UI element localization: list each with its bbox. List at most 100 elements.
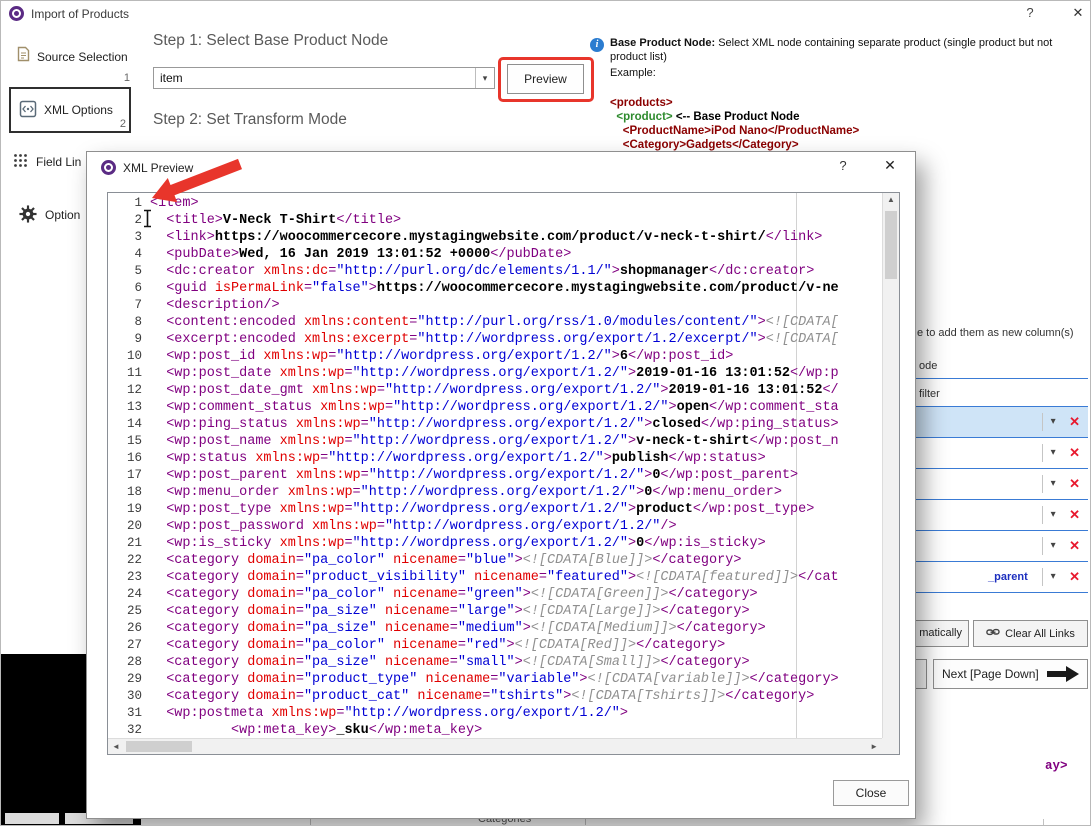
code-line: 29 <category domain="product_type" nicen… (108, 671, 882, 688)
code-line: 28 <category domain="pa_size" nicename="… (108, 654, 882, 671)
dropdown-caret-icon[interactable]: ▾ (1042, 537, 1063, 555)
field-link-row[interactable]: ▾✕ (916, 469, 1088, 500)
window-help-button[interactable]: ? (1019, 5, 1041, 23)
dialog-close-button[interactable]: ✕ (879, 157, 901, 175)
code-line: 27 <category domain="pa_color" nicename=… (108, 637, 882, 654)
clear-all-links-label: Clear All Links (1005, 628, 1075, 640)
line-number: 7 (108, 297, 150, 314)
base-node-dropdown[interactable]: item ▾ (153, 67, 495, 89)
chevron-down-icon: ▾ (475, 68, 494, 88)
code-line: 25 <category domain="pa_size" nicename="… (108, 603, 882, 620)
red-arrow-annotation (143, 154, 253, 206)
field-link-row[interactable]: ▾✕ (916, 438, 1088, 469)
scroll-right-icon[interactable]: ► (870, 742, 878, 751)
dropdown-caret-icon[interactable]: ▾ (1042, 475, 1063, 493)
line-number: 29 (108, 671, 150, 688)
line-number: 14 (108, 416, 150, 433)
remove-link-button[interactable]: ✕ (1069, 507, 1080, 523)
code-line: 8 <content:encoded xmlns:content="http:/… (108, 314, 882, 331)
line-number: 16 (108, 450, 150, 467)
dialog-help-button[interactable]: ? (833, 158, 853, 176)
dropdown-caret-icon[interactable]: ▾ (1042, 413, 1063, 431)
line-number: 9 (108, 331, 150, 348)
text-cursor-icon (142, 209, 153, 228)
line-number: 11 (108, 365, 150, 382)
line-number: 8 (108, 314, 150, 331)
line-number: 28 (108, 654, 150, 671)
remove-link-button[interactable]: ✕ (1069, 414, 1080, 430)
code-line: 20 <wp:post_password xmlns:wp="http://wo… (108, 518, 882, 535)
info-text: Base Product Node: Select XML node conta… (610, 36, 1088, 64)
sidebar-item-label: XML Options (44, 103, 113, 117)
field-link-row[interactable]: ▾✕ (916, 500, 1088, 531)
app-window: Import of Products ? ✕ Source Selection … (0, 0, 1091, 826)
dropdown-caret-icon[interactable]: ▾ (1042, 506, 1063, 524)
line-number: 19 (108, 501, 150, 518)
dropdown-caret-icon[interactable]: ▾ (1042, 444, 1063, 462)
horizontal-scrollbar[interactable]: ◄ ► (108, 738, 882, 754)
line-number: 30 (108, 688, 150, 705)
vertical-scrollbar[interactable]: ▲ ▼ (882, 193, 899, 754)
code-line: 32 <wp:meta_key>_sku</wp:meta_key> (108, 722, 882, 738)
sidebar-item-xml-options[interactable]: XML Options 2 (9, 87, 131, 133)
add-columns-hint: e to add them as new column(s) (917, 327, 1087, 339)
code-line: 6 <guid isPermaLink="false">https://wooc… (108, 280, 882, 297)
line-number: 22 (108, 552, 150, 569)
window-titlebar: Import of Products ? ✕ (1, 1, 1090, 27)
close-button[interactable]: Close (833, 780, 909, 806)
code-line: 15 <wp:post_name xmlns:wp="http://wordpr… (108, 433, 882, 450)
code-line: 11 <wp:post_date xmlns:wp="http://wordpr… (108, 365, 882, 382)
base-node-value: item (160, 71, 183, 85)
line-number: 15 (108, 433, 150, 450)
example-line: <product> <-- Base Product Node (610, 110, 859, 124)
field-link-row[interactable]: _parent ▾ ✕ (916, 562, 1088, 593)
code-line: 7 <description/> (108, 297, 882, 314)
remove-link-button[interactable]: ✕ (1069, 569, 1080, 585)
partial-button (5, 813, 59, 824)
line-number: 18 (108, 484, 150, 501)
sidebar-item-source-selection[interactable]: Source Selection 1 (11, 43, 133, 85)
field-linking-icon (13, 153, 28, 171)
broken-link-icon (986, 625, 1000, 642)
field-link-label: _parent (988, 571, 1028, 583)
line-number: 6 (108, 280, 150, 297)
line-number: 32 (108, 722, 150, 738)
next-page-down-button[interactable]: Next [Page Down] (933, 659, 1088, 689)
step1-heading: Step 1: Select Base Product Node (153, 32, 388, 50)
info-lead: Base Product Node: (610, 37, 715, 49)
scroll-up-icon[interactable]: ▲ (883, 195, 899, 204)
divider (1043, 819, 1044, 826)
remove-link-button[interactable]: ✕ (1069, 445, 1080, 461)
example-line: <Category>Gadgets</Category> (610, 138, 859, 152)
xml-preview-dialog: XML Preview ? ✕ 1<item>2 <title>V-Neck T… (86, 151, 916, 819)
scroll-left-icon[interactable]: ◄ (112, 742, 120, 751)
remove-link-button[interactable]: ✕ (1069, 476, 1080, 492)
window-close-button[interactable]: ✕ (1067, 5, 1089, 23)
clear-all-links-button[interactable]: Clear All Links (973, 620, 1088, 647)
xml-code-area: 1<item>2 <title>V-Neck T-Shirt</title>3 … (107, 192, 900, 755)
example-line: <ProductName>iPod Nano</ProductName> (610, 124, 859, 138)
step2-heading: Step 2: Set Transform Mode (153, 111, 347, 129)
field-link-row[interactable]: ▾✕ (916, 407, 1088, 438)
source-selection-icon (15, 46, 31, 65)
code-line: 16 <wp:status xmlns:wp="http://wordpress… (108, 450, 882, 467)
dropdown-caret-icon[interactable]: ▾ (1042, 568, 1063, 586)
code-lines: 1<item>2 <title>V-Neck T-Shirt</title>3 … (108, 193, 882, 738)
step-number: 1 (124, 72, 130, 84)
code-line: 26 <category domain="pa_size" nicename="… (108, 620, 882, 637)
field-link-row[interactable]: ▾✕ (916, 531, 1088, 562)
vertical-scroll-thumb[interactable] (885, 211, 897, 279)
horizontal-scroll-thumb[interactable] (126, 741, 192, 752)
line-number: 3 (108, 229, 150, 246)
divider (916, 378, 1088, 379)
code-line: 24 <category domain="pa_color" nicename=… (108, 586, 882, 603)
line-number: 25 (108, 603, 150, 620)
remove-link-button[interactable]: ✕ (1069, 538, 1080, 554)
app-logo-icon (101, 160, 116, 175)
info-icon: i (590, 38, 604, 52)
line-number: 21 (108, 535, 150, 552)
code-line: 2 <title>V-Neck T-Shirt</title> (108, 212, 882, 229)
line-number: 13 (108, 399, 150, 416)
line-number: 4 (108, 246, 150, 263)
sidebar-item-label: Source Selection (37, 50, 128, 64)
